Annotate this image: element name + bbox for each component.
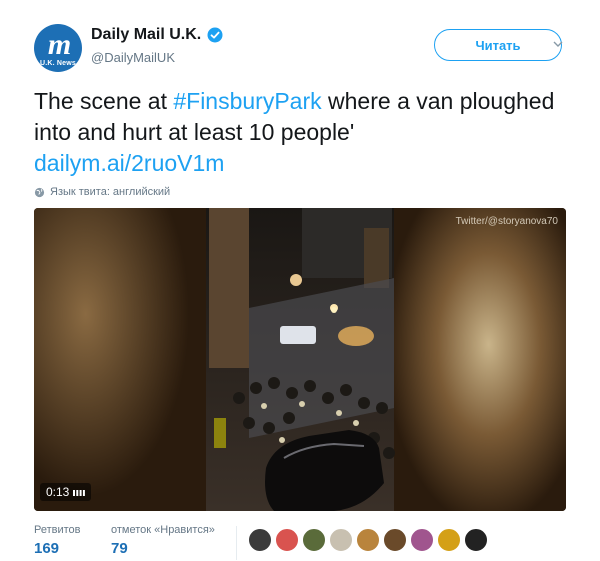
video-watermark: Twitter/@storyanova70 bbox=[455, 216, 558, 227]
verified-badge-icon bbox=[207, 27, 223, 43]
liker-avatar[interactable] bbox=[437, 528, 461, 552]
tweet-text-before: The scene at bbox=[34, 88, 174, 114]
avatar-logo-text: m bbox=[47, 28, 71, 61]
language-note-text: Язык твита: английский bbox=[50, 186, 171, 198]
likes-label: отметок «Нравится» bbox=[111, 524, 215, 536]
liker-avatar[interactable] bbox=[410, 528, 434, 552]
retweets-label: Ретвитов bbox=[34, 524, 81, 536]
video-duration: 0:13 bbox=[40, 483, 92, 501]
liker-avatar[interactable] bbox=[383, 528, 407, 552]
liker-avatar[interactable] bbox=[248, 528, 272, 552]
hashtag-link[interactable]: #FinsburyPark bbox=[173, 88, 321, 114]
tweet-url-link[interactable]: dailym.ai/2ruoV1m bbox=[34, 150, 224, 176]
retweets-stat[interactable]: Ретвитов 169 bbox=[34, 524, 81, 557]
video-frame bbox=[34, 208, 566, 511]
tweet-text: The scene at #FinsburyPark where a van p… bbox=[34, 86, 574, 179]
liker-avatars bbox=[248, 528, 491, 552]
account-avatar[interactable]: m U.K. News bbox=[34, 24, 82, 72]
language-note: Язык твита: английский bbox=[34, 186, 170, 198]
avatar-subtext: U.K. News bbox=[39, 60, 77, 67]
account-handle[interactable]: @DailyMailUK bbox=[91, 50, 175, 65]
likes-stat[interactable]: отметок «Нравится» 79 bbox=[111, 524, 215, 557]
chevron-down-icon[interactable] bbox=[552, 38, 564, 50]
video-player[interactable]: Twitter/@storyanova70 0:13 bbox=[34, 208, 566, 511]
follow-button[interactable]: Читать bbox=[434, 29, 562, 61]
globe-icon bbox=[34, 187, 45, 197]
retweets-count: 169 bbox=[34, 540, 60, 557]
account-name-row: Daily Mail U.K. bbox=[91, 26, 223, 44]
stats-divider bbox=[236, 526, 237, 560]
liker-avatar[interactable] bbox=[464, 528, 488, 552]
liker-avatar[interactable] bbox=[275, 528, 299, 552]
volume-bars-icon bbox=[73, 490, 86, 496]
liker-avatar[interactable] bbox=[329, 528, 353, 552]
liker-avatar[interactable] bbox=[356, 528, 380, 552]
account-name[interactable]: Daily Mail U.K. bbox=[91, 26, 201, 44]
liker-avatar[interactable] bbox=[302, 528, 326, 552]
video-duration-text: 0:13 bbox=[46, 485, 70, 499]
likes-count: 79 bbox=[111, 540, 128, 557]
